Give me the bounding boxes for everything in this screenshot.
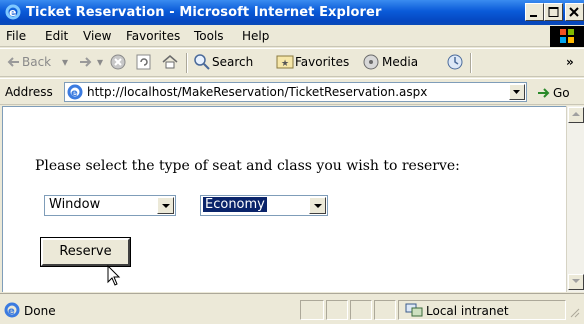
local-intranet-icon <box>405 302 423 321</box>
chevron-down-icon[interactable] <box>157 197 174 214</box>
toolbar-separator <box>186 53 188 73</box>
window-title: Ticket Reservation - Microsoft Internet … <box>26 5 382 20</box>
menu-view[interactable]: View <box>83 29 111 43</box>
address-bar: Address e http://localhost/MakeReservati… <box>0 78 584 105</box>
go-button[interactable]: Go <box>536 85 570 100</box>
reservation-prompt: Please select the type of seat and class… <box>35 158 460 174</box>
svg-text:e: e <box>8 306 15 317</box>
search-button[interactable]: Search <box>212 55 253 69</box>
menu-edit[interactable]: Edit <box>45 29 68 43</box>
go-label: Go <box>553 86 570 100</box>
security-zone-text: Local intranet <box>426 304 509 318</box>
menu-favorites[interactable]: Favorites <box>126 29 180 43</box>
page-icon: e <box>67 84 84 103</box>
status-pane-1 <box>300 300 324 320</box>
status-pane-2 <box>326 300 348 320</box>
maximize-button[interactable] <box>544 3 563 21</box>
reserve-button[interactable]: Reserve <box>40 237 131 267</box>
home-icon[interactable] <box>161 53 179 74</box>
minimize-button[interactable] <box>525 3 544 21</box>
seat-type-select[interactable]: Window <box>44 195 176 216</box>
class-value: Economy <box>203 197 267 212</box>
address-dropdown-button[interactable] <box>509 84 525 100</box>
svg-text:e: e <box>9 6 16 19</box>
status-bar: e Done Local intranet <box>0 293 584 324</box>
stop-icon[interactable] <box>109 53 127 74</box>
title-bar[interactable]: e Ticket Reservation - Microsoft Interne… <box>0 0 584 25</box>
forward-dropdown-icon[interactable]: ▾ <box>97 55 103 69</box>
class-select[interactable]: Economy <box>200 195 328 216</box>
favorites-button[interactable]: Favorites <box>295 55 349 69</box>
toolbar-separator-2 <box>470 53 472 73</box>
seat-type-value: Window <box>49 197 101 212</box>
close-button[interactable] <box>565 3 584 21</box>
svg-text:e: e <box>71 88 78 99</box>
svg-text:★: ★ <box>281 59 289 69</box>
address-input[interactable]: e http://localhost/MakeReservation/Ticke… <box>64 82 527 102</box>
mouse-cursor-icon <box>107 264 121 290</box>
status-text: Done <box>24 304 56 318</box>
ie-logo-icon: e <box>5 4 21 20</box>
resize-grip-icon[interactable] <box>568 300 582 320</box>
refresh-icon[interactable] <box>135 53 153 74</box>
address-label: Address <box>5 85 53 99</box>
page-done-icon: e <box>4 302 20 321</box>
menu-help[interactable]: Help <box>242 29 269 43</box>
chevron-down-icon[interactable] <box>309 197 326 214</box>
windows-logo-icon <box>550 26 584 47</box>
media-button[interactable]: Media <box>382 55 418 69</box>
standard-toolbar: Back ▾ ▾ Search ★ Favorites Media » <box>0 48 584 77</box>
status-pane-3 <box>350 300 372 320</box>
menu-bar: File Edit View Favorites Tools Help <box>0 25 584 47</box>
search-icon[interactable] <box>193 53 211 74</box>
address-url: http://localhost/MakeReservation/TicketR… <box>87 85 428 99</box>
forward-arrow-icon[interactable] <box>77 53 95 74</box>
menu-file[interactable]: File <box>6 29 26 43</box>
menu-tools[interactable]: Tools <box>194 29 224 43</box>
scroll-up-button[interactable] <box>568 107 584 123</box>
favorites-icon[interactable]: ★ <box>276 53 294 74</box>
back-arrow-icon[interactable] <box>5 53 23 74</box>
media-icon[interactable] <box>362 53 380 74</box>
vertical-scrollbar[interactable] <box>566 106 584 292</box>
back-button[interactable]: Back <box>22 55 51 69</box>
back-dropdown-icon[interactable]: ▾ <box>62 55 68 69</box>
toolbar-overflow-chevron[interactable]: » <box>566 55 574 69</box>
history-icon[interactable] <box>446 53 464 74</box>
scroll-down-button[interactable] <box>568 274 584 290</box>
status-pane-4 <box>374 300 396 320</box>
